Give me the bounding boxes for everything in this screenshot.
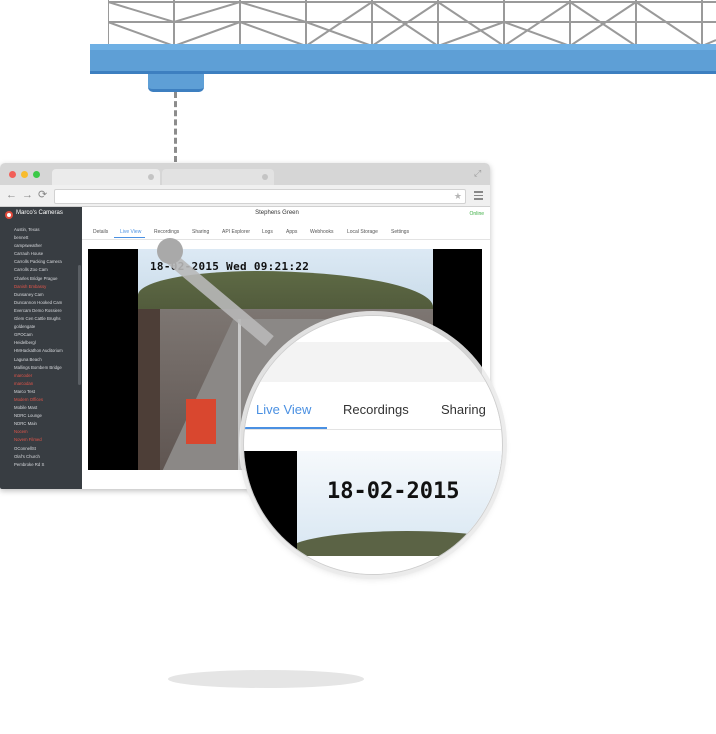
menu-icon[interactable] bbox=[474, 191, 483, 200]
browser-tab[interactable] bbox=[52, 169, 160, 185]
sidebar-item-camera[interactable]: Novem Filmed bbox=[14, 436, 76, 444]
forward-arrow-icon[interactable]: → bbox=[22, 189, 33, 201]
sidebar-item-camera[interactable]: Marco Test bbox=[14, 388, 76, 396]
camera-sidebar: Marco's Cameras Austin, Texas bennett camp… bbox=[0, 207, 82, 489]
tab-close-icon[interactable] bbox=[262, 174, 268, 180]
sidebar-item-camera[interactable]: marcodan bbox=[14, 380, 76, 388]
sidebar-item-camera[interactable]: Carrauh House bbox=[14, 250, 76, 258]
sidebar-item-camera[interactable]: marcoder bbox=[14, 372, 76, 380]
maximize-window-icon[interactable] bbox=[33, 171, 40, 178]
sidebar-item-camera[interactable]: goldengate bbox=[14, 323, 76, 331]
sidebar-item-camera[interactable]: Laguna Beach bbox=[14, 356, 76, 364]
account-name: Marco's Cameras bbox=[16, 210, 63, 216]
minimize-window-icon[interactable] bbox=[21, 171, 28, 178]
sidebar-item-camera[interactable]: Olaf's Church bbox=[14, 453, 76, 461]
sidebar-item-camera[interactable]: Mobile Mast bbox=[14, 404, 76, 412]
sidebar-item-camera[interactable]: Carrolls Packing Camera bbox=[14, 258, 76, 266]
camera-mount bbox=[148, 74, 204, 92]
browser-titlebar: ⤢ bbox=[0, 163, 490, 185]
sidebar-item-camera[interactable]: Danish Embassy bbox=[14, 283, 76, 291]
sidebar-item-camera[interactable]: NDRC Lounge bbox=[14, 412, 76, 420]
tab-recordings[interactable]: Recordings bbox=[154, 229, 179, 235]
zoomed-tab-sharing[interactable]: Sharing bbox=[441, 402, 486, 417]
sidebar-item-camera[interactable]: OConnellSt bbox=[14, 445, 76, 453]
tab-settings[interactable]: Settings bbox=[391, 229, 409, 235]
sidebar-item-camera[interactable]: GPOCam bbox=[14, 331, 76, 339]
sidebar-item-camera[interactable]: Charles Bridge Prague bbox=[14, 275, 76, 283]
tab-live-view[interactable]: Live View bbox=[120, 229, 141, 235]
zoomed-tab-recordings[interactable]: Recordings bbox=[343, 402, 409, 417]
tab-api-explorer[interactable]: API Explorer bbox=[222, 229, 250, 235]
sidebar-item-camera[interactable]: Modern Offices bbox=[14, 396, 76, 404]
zoomed-timestamp: 18-02-2015 bbox=[327, 479, 460, 504]
tab-webhooks[interactable]: Webhooks bbox=[310, 229, 334, 235]
sidebar-item-camera[interactable]: campsweather bbox=[14, 242, 76, 250]
sidebar-item-camera[interactable]: bennett bbox=[14, 234, 76, 242]
back-arrow-icon[interactable]: ← bbox=[6, 189, 17, 201]
evercam-logo-icon bbox=[5, 211, 13, 219]
zoomed-tabs: Live View Recordings Sharing bbox=[244, 382, 502, 430]
mount-cable bbox=[174, 92, 177, 162]
tab-apps[interactable]: Apps bbox=[286, 229, 297, 235]
truss-illustration bbox=[108, 0, 716, 46]
tab-details[interactable]: Details bbox=[93, 229, 108, 235]
sidebar-item-camera[interactable]: Mallings Bombem Bridge bbox=[14, 364, 76, 372]
camera-list: Austin, Texas bennett campsweather Carrauh … bbox=[14, 226, 76, 469]
browser-tab[interactable] bbox=[162, 169, 274, 185]
bookmark-star-icon[interactable]: ★ bbox=[454, 190, 462, 202]
zoomed-active-tab-indicator bbox=[244, 427, 327, 429]
sidebar-item-camera[interactable]: Evercam Demo Rossiere bbox=[14, 307, 76, 315]
reload-icon[interactable]: ⟳ bbox=[38, 189, 47, 201]
tab-sharing[interactable]: Sharing bbox=[192, 229, 209, 235]
sidebar-item-camera[interactable]: Pembroke Rd S bbox=[14, 461, 76, 469]
sidebar-item-camera[interactable]: Dunsaney Cam bbox=[14, 291, 76, 299]
tab-logs[interactable]: Logs bbox=[262, 229, 273, 235]
sidebar-item-camera[interactable]: Austin, Texas bbox=[14, 226, 76, 234]
sidebar-item-camera[interactable]: Carrolls Zoo Cam bbox=[14, 266, 76, 274]
sidebar-item-camera[interactable]: Duncannon Hooked Cam bbox=[14, 299, 76, 307]
camera-tabs: Details Live View Recordings Sharing API Exp… bbox=[82, 225, 490, 240]
mount-beam bbox=[90, 44, 716, 74]
tab-close-icon[interactable] bbox=[148, 174, 154, 180]
sidebar-item-camera[interactable]: NDRC Main bbox=[14, 420, 76, 428]
sidebar-item-camera[interactable]: HMHackathon Auditorium bbox=[14, 347, 76, 355]
floor-shadow bbox=[168, 670, 364, 688]
sidebar-item-camera[interactable]: Nocem bbox=[14, 428, 76, 436]
status-badge: Online bbox=[469, 211, 484, 217]
address-bar[interactable]: ★ bbox=[54, 189, 466, 204]
active-tab-indicator bbox=[114, 237, 145, 238]
zoomed-tab-live-view[interactable]: Live View bbox=[256, 402, 311, 417]
magnifier-lens: Live View Recordings Sharing 18-02-2015 bbox=[243, 315, 503, 575]
sidebar-item-camera[interactable]: Heidelbergl bbox=[14, 339, 76, 347]
sidebar-scrollbar[interactable] bbox=[78, 265, 81, 385]
close-window-icon[interactable] bbox=[9, 171, 16, 178]
zoomed-video: 18-02-2015 bbox=[244, 451, 502, 574]
camera-title: Stephens Green bbox=[255, 210, 299, 216]
magnifier-pin bbox=[157, 238, 183, 264]
browser-toolbar: ← → ⟳ ★ bbox=[0, 185, 490, 207]
sidebar-header: Marco's Cameras bbox=[0, 207, 82, 223]
tab-local-storage[interactable]: Local Storage bbox=[347, 229, 378, 235]
expand-icon[interactable]: ⤢ bbox=[474, 168, 484, 178]
sidebar-item-camera[interactable]: Glem Cen Cattle Brughs bbox=[14, 315, 76, 323]
